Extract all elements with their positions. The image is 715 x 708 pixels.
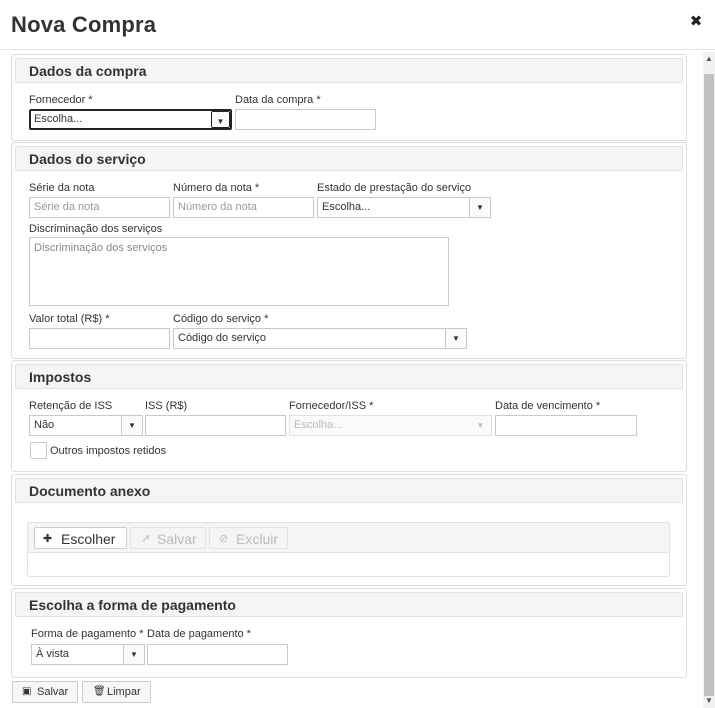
- data-compra-label: Data da compra *: [235, 94, 321, 106]
- section-header: Impostos: [15, 364, 683, 389]
- valor-input[interactable]: [29, 328, 170, 349]
- save-icon: ▣: [22, 686, 32, 697]
- scroll-up-arrow-icon[interactable]: ▲: [703, 52, 715, 66]
- section-title: Impostos: [29, 369, 92, 385]
- salvar-anexo-button: ↗ Salvar: [130, 527, 206, 549]
- estado-label: Estado de prestação do serviço: [317, 182, 472, 194]
- chevron-down-icon[interactable]: ▼: [211, 111, 230, 128]
- section-title: Escolha a forma de pagamento: [29, 597, 236, 613]
- section-dados-compra: Dados da compra Fornecedor * Escolha... …: [11, 54, 687, 141]
- codigo-select-value: Código do serviço: [178, 332, 267, 344]
- codigo-label: Código do serviço *: [173, 313, 269, 325]
- section-title: Dados do serviço: [29, 151, 146, 167]
- section-documento: Documento anexo ✚ Escolher ↗ Salvar ⊘ Ex…: [11, 474, 687, 586]
- data-compra-input[interactable]: [235, 109, 376, 130]
- numero-label: Número da nota *: [173, 182, 260, 194]
- data-pagamento-label: Data de pagamento *: [147, 628, 251, 640]
- chevron-down-icon[interactable]: ▼: [469, 198, 490, 217]
- scrollbar[interactable]: ▲ ▼: [703, 52, 715, 708]
- forma-pagamento-label: Forma de pagamento *: [31, 628, 144, 640]
- estado-select[interactable]: Escolha... ▼: [317, 197, 491, 218]
- section-title: Documento anexo: [29, 483, 151, 499]
- excluir-anexo-button: ⊘ Excluir: [209, 527, 288, 549]
- valor-label: Valor total (R$) *: [29, 313, 110, 325]
- section-header: Dados da compra: [15, 58, 683, 83]
- limpar-button[interactable]: 🗑 Limpar: [82, 681, 151, 703]
- codigo-select[interactable]: Código do serviço ▼: [173, 328, 467, 349]
- salvar-button[interactable]: ▣ Salvar: [12, 681, 78, 703]
- scroll-thumb[interactable]: [704, 74, 714, 696]
- escolher-button-label: Escolher: [61, 531, 116, 547]
- fornecedor-select[interactable]: Escolha... ▼: [29, 109, 232, 130]
- chevron-down-icon: ▼: [470, 416, 491, 435]
- outros-impostos-label: Outros impostos retidos: [50, 445, 167, 457]
- section-pagamento: Escolha a forma de pagamento Forma de pa…: [11, 588, 687, 678]
- section-header: Dados do serviço: [15, 146, 683, 171]
- section-title: Dados da compra: [29, 63, 147, 79]
- forma-pagamento-select[interactable]: À vista ▼: [31, 644, 145, 665]
- upload-toolbar: ✚ Escolher ↗ Salvar ⊘ Excluir: [28, 523, 669, 553]
- scroll-down-arrow-icon[interactable]: ▼: [703, 694, 715, 708]
- vencimento-label: Data de vencimento *: [495, 400, 601, 412]
- cancel-icon: ⊘: [219, 533, 229, 545]
- section-impostos: Impostos Retenção de ISS Não ▼ ISS (R$) …: [11, 360, 687, 472]
- section-header: Escolha a forma de pagamento: [15, 592, 683, 617]
- estado-select-value: Escolha...: [322, 201, 371, 213]
- data-pagamento-input[interactable]: [147, 644, 288, 665]
- serie-label: Série da nota: [29, 182, 95, 194]
- chevron-down-icon[interactable]: ▼: [121, 416, 142, 435]
- retencao-select[interactable]: Não ▼: [29, 415, 143, 436]
- limpar-button-label: Limpar: [107, 686, 141, 698]
- fornecedor-iss-select-value: Escolha...: [294, 419, 343, 431]
- discriminacao-label: Discriminação dos serviços: [29, 223, 163, 235]
- iss-label: ISS (R$): [145, 400, 188, 412]
- discriminacao-textarea[interactable]: Discriminação dos serviços: [29, 237, 449, 306]
- fornecedor-label: Fornecedor *: [29, 94, 93, 106]
- fornecedor-iss-select: Escolha... ▼: [289, 415, 492, 436]
- forma-pagamento-select-value: À vista: [36, 648, 70, 660]
- vencimento-input[interactable]: [495, 415, 637, 436]
- close-icon[interactable]: ✖: [689, 14, 703, 30]
- salvar-anexo-button-label: Salvar: [157, 531, 197, 547]
- retencao-select-value: Não: [34, 419, 55, 431]
- outros-impostos-checkbox[interactable]: [30, 442, 47, 459]
- chevron-down-icon[interactable]: ▼: [123, 645, 144, 664]
- section-dados-servico: Dados do serviço Série da nota Série da …: [11, 142, 687, 359]
- serie-input[interactable]: Série da nota: [29, 197, 170, 218]
- iss-input[interactable]: [145, 415, 286, 436]
- fornecedor-select-value: Escolha...: [34, 113, 83, 125]
- file-upload: ✚ Escolher ↗ Salvar ⊘ Excluir: [27, 522, 670, 577]
- dialog-title: Nova Compra: [11, 12, 157, 37]
- plus-icon: ✚: [43, 533, 53, 545]
- escolher-button[interactable]: ✚ Escolher: [34, 527, 127, 549]
- fornecedor-iss-label: Fornecedor/ISS *: [289, 400, 374, 412]
- excluir-anexo-button-label: Excluir: [236, 531, 279, 547]
- trash-icon: 🗑: [93, 686, 106, 697]
- salvar-button-label: Salvar: [37, 686, 69, 698]
- chevron-down-icon[interactable]: ▼: [445, 329, 466, 348]
- upload-icon: ↗: [141, 533, 151, 545]
- retencao-label: Retenção de ISS: [29, 400, 113, 412]
- numero-input[interactable]: Número da nota: [173, 197, 314, 218]
- dialog-header: Nova Compra ✖: [0, 0, 715, 50]
- section-header: Documento anexo: [15, 478, 683, 503]
